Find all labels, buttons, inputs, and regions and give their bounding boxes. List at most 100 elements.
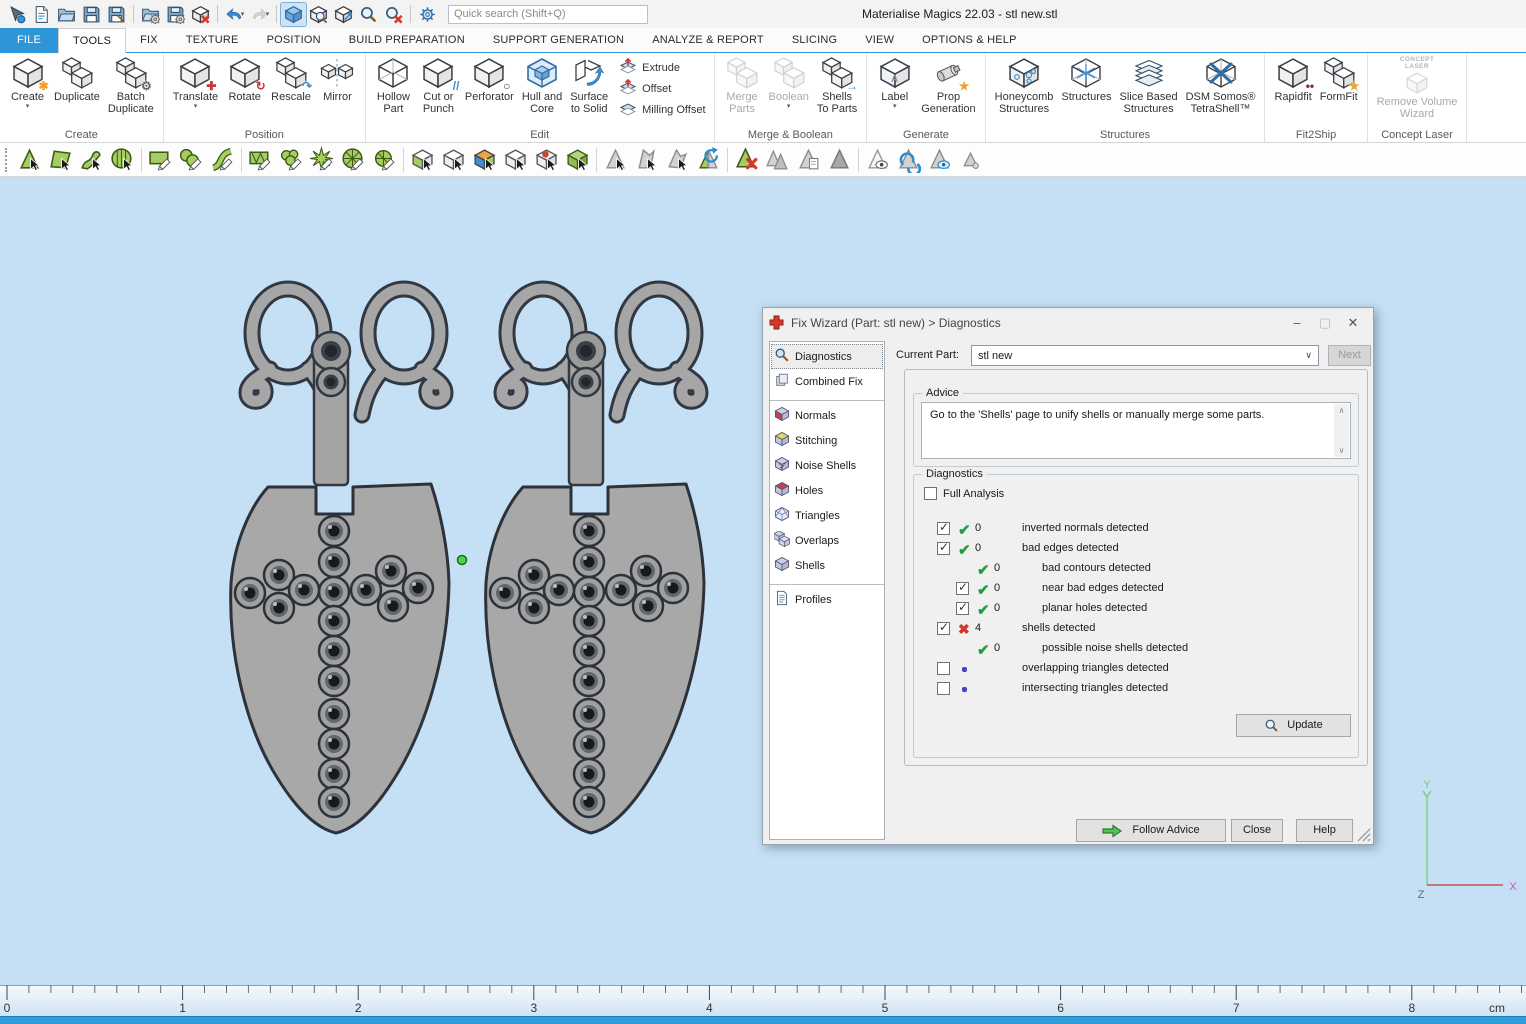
mark-fan-icon[interactable] (369, 144, 400, 175)
tab-view[interactable]: VIEW (851, 28, 908, 52)
triangle-refresh-icon[interactable] (693, 144, 724, 175)
ribbon-milling-offset-button[interactable]: Milling Offset (616, 99, 708, 120)
sidebar-item-overlaps[interactable]: Overlaps (771, 528, 883, 553)
dropdown-caret-icon[interactable]: ▾ (26, 103, 30, 110)
zoom-out-icon[interactable] (381, 3, 406, 26)
tab-fix[interactable]: FIX (126, 28, 172, 52)
ribbon-rescale-button[interactable]: ↷Rescale (267, 55, 315, 104)
select-surface-part-icon[interactable] (500, 144, 531, 175)
ribbon-rotate-button[interactable]: ↻Rotate (222, 55, 267, 104)
triangle-copy-icon[interactable] (793, 144, 824, 175)
ribbon-label-button[interactable]: ALabel▾ (872, 55, 917, 111)
scroll-down-icon[interactable]: ∨ (1339, 446, 1345, 455)
follow-advice-button[interactable]: Follow Advice (1076, 819, 1226, 842)
close-button[interactable]: Close (1231, 819, 1283, 842)
diagnostic-checkbox[interactable] (937, 662, 950, 675)
select-planes-icon[interactable] (45, 144, 76, 175)
tab-build-preparation[interactable]: BUILD PREPARATION (335, 28, 479, 52)
select-band-icon[interactable] (76, 144, 107, 175)
triangle-bent2-select-icon[interactable] (662, 144, 693, 175)
ribbon-slice-based-structures-button[interactable]: Slice BasedStructures (1116, 55, 1182, 116)
select-triangles-icon[interactable] (14, 144, 45, 175)
small-triangle-icon[interactable] (955, 144, 986, 175)
close-icon[interactable]: ✕ (1339, 313, 1367, 333)
save-project-icon[interactable] (163, 3, 188, 26)
sidebar-item-combined-fix[interactable]: Combined Fix (771, 369, 883, 394)
zoom-to-part-icon[interactable] (306, 3, 331, 26)
resize-grip[interactable] (1357, 828, 1371, 842)
select-marked-part-icon[interactable] (531, 144, 562, 175)
mark-window-triangles-icon[interactable] (245, 144, 276, 175)
pointer-tool-icon[interactable] (4, 3, 29, 26)
select-green-part-icon[interactable] (562, 144, 593, 175)
tab-texture[interactable]: TEXTURE (172, 28, 253, 52)
load-project-icon[interactable] (138, 3, 163, 26)
triangle-dark-icon[interactable] (824, 144, 855, 175)
advice-scrollbar[interactable]: ∧ ∨ (1334, 404, 1349, 457)
ribbon-extrude-button[interactable]: Extrude (616, 57, 708, 78)
select-part-face-icon[interactable] (407, 144, 438, 175)
ribbon-honeycomb-structures-button[interactable]: HoneycombStructures (991, 55, 1058, 116)
mark-star-icon[interactable] (307, 144, 338, 175)
sidebar-item-diagnostics[interactable]: Diagnostics (771, 344, 883, 369)
ribbon-perforator-button[interactable]: ○Perforator (461, 55, 518, 104)
ribbon-hollow-part-button[interactable]: HollowPart (371, 55, 416, 116)
delete-part-icon[interactable] (188, 3, 213, 26)
tab-support-generation[interactable]: SUPPORT GENERATION (479, 28, 638, 52)
ribbon-prop-generation-button[interactable]: ★PropGeneration (917, 55, 979, 116)
ribbon-cut-or-punch-button[interactable]: //Cut orPunch (416, 55, 461, 116)
select-shell-icon[interactable] (107, 144, 138, 175)
tab-position[interactable]: POSITION (253, 28, 335, 52)
viewport-3d[interactable]: Y X Z Fix Wizard (Part: stl new) > Diagn… (0, 177, 1526, 985)
delete-marked-icon[interactable] (731, 144, 762, 175)
fit-to-view-icon[interactable] (331, 3, 356, 26)
ribbon-duplicate-button[interactable]: Duplicate (50, 55, 104, 104)
settings-icon[interactable] (415, 3, 440, 26)
minimize-icon[interactable]: – (1283, 313, 1311, 333)
sidebar-item-profiles[interactable]: Profiles (771, 587, 883, 612)
select-part-colored-icon[interactable] (469, 144, 500, 175)
select-part-icon[interactable] (438, 144, 469, 175)
show-triangles-icon[interactable] (862, 144, 893, 175)
diagnostic-checkbox[interactable] (937, 682, 950, 695)
sidebar-item-noise-shells[interactable]: Noise Shells (771, 453, 883, 478)
mark-rectangle-icon[interactable] (145, 144, 176, 175)
triangle-pair-icon[interactable] (762, 144, 793, 175)
zoom-in-icon[interactable] (356, 3, 381, 26)
dropdown-caret-icon[interactable]: ▾ (241, 10, 245, 18)
ribbon-translate-button[interactable]: ✚Translate▾ (169, 55, 222, 111)
undo-icon[interactable]: ▾ (222, 3, 247, 26)
ribbon-mirror-button[interactable]: Mirror (315, 55, 360, 104)
ribbon-rapidfit-button[interactable]: ••Rapidfit (1270, 55, 1315, 104)
fix-wizard-title-bar[interactable]: Fix Wizard (Part: stl new) > Diagnostics… (763, 308, 1373, 337)
model-part-1[interactable] (231, 289, 449, 833)
ribbon-batch-duplicate-button[interactable]: ⚙BatchDuplicate (104, 55, 158, 116)
tab-slicing[interactable]: SLICING (778, 28, 851, 52)
tab-tools[interactable]: TOOLS (58, 28, 126, 53)
diagnostic-checkbox[interactable] (937, 542, 950, 555)
dropdown-caret-icon[interactable]: ▾ (787, 103, 791, 110)
diagnostic-checkbox[interactable] (956, 582, 969, 595)
ribbon-surface-to-solid-button[interactable]: Surfaceto Solid (566, 55, 612, 116)
open-file-icon[interactable] (54, 3, 79, 26)
full-analysis-checkbox[interactable] (924, 487, 937, 500)
new-scene-icon[interactable] (29, 3, 54, 26)
mark-pie-icon[interactable] (338, 144, 369, 175)
sidebar-item-stitching[interactable]: Stitching (771, 428, 883, 453)
mark-cluster-icon[interactable] (276, 144, 307, 175)
mark-freeform-icon[interactable] (207, 144, 238, 175)
ribbon-offset-button[interactable]: Offset (616, 78, 708, 99)
diagnostic-checkbox[interactable] (956, 602, 969, 615)
diagnostic-checkbox[interactable] (937, 522, 950, 535)
title-bar[interactable]: ▾▾ Materialise Magics 22.03 - stl new.st… (0, 0, 1526, 28)
tab-analyze-report[interactable]: ANALYZE & REPORT (638, 28, 778, 52)
ribbon-formfit-button[interactable]: ★FormFit (1316, 55, 1362, 104)
ribbon-create-button[interactable]: ✱Create▾ (5, 55, 50, 111)
update-button[interactable]: Update (1236, 714, 1351, 737)
quick-search-input[interactable] (448, 5, 648, 24)
save-as-icon[interactable] (104, 3, 129, 26)
model-part-2[interactable] (486, 289, 704, 833)
scroll-up-icon[interactable]: ∧ (1339, 406, 1345, 415)
sidebar-item-triangles[interactable]: Triangles (771, 503, 883, 528)
shaded-view-icon[interactable] (281, 3, 306, 26)
